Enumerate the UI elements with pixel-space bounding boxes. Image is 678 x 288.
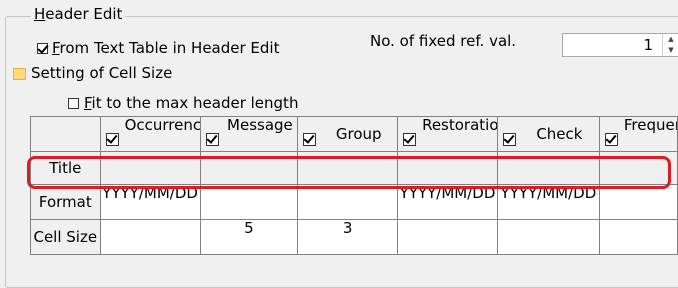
header-edit-legend: Header Edit [31, 4, 126, 24]
fixed-ref-spinbox[interactable]: 1 ▲ ▼ [562, 33, 678, 57]
grid-cell[interactable] [598, 184, 678, 220]
legend-mnemonic: H [34, 5, 46, 23]
column-header-label: Frequency [623, 116, 677, 134]
header-edit-grid: Occurrence Message Group Restoration Che… [30, 116, 678, 255]
corner-cell [30, 116, 101, 152]
fit-max-mnemonic: F [84, 94, 92, 112]
fit-max-text: it to the max header length [91, 94, 299, 112]
table-row: Format YYYY/MM/DD YYYY/MM/DD YYYY/MM/DD [30, 184, 678, 220]
grid-cell[interactable] [496, 219, 600, 255]
grid-cell[interactable] [199, 151, 299, 185]
folder-icon [13, 68, 26, 80]
grid-cell[interactable] [397, 219, 498, 255]
grid-cell[interactable] [99, 151, 201, 185]
column-checkbox[interactable] [105, 133, 119, 146]
grid-cell[interactable] [598, 219, 678, 255]
column-header-label: Check [536, 125, 583, 143]
row-header-format[interactable]: Format [30, 184, 101, 220]
table-row: Title [30, 151, 678, 185]
spin-down-icon[interactable]: ▼ [663, 45, 678, 56]
fit-max-header-checkbox[interactable] [68, 98, 79, 109]
grid-cell[interactable]: YYYY/MM/DD [99, 184, 201, 220]
legend-text: eader Edit [45, 5, 123, 23]
from-text-table-mnemonic: F [52, 39, 60, 57]
column-checkbox[interactable] [604, 133, 618, 146]
column-header-label: Occurrence [124, 116, 199, 134]
grid-cell[interactable]: YYYY/MM/DD [397, 184, 498, 220]
grid-cell[interactable] [297, 151, 399, 185]
grid-cell[interactable] [598, 151, 678, 185]
spin-up-icon[interactable]: ▲ [663, 34, 678, 45]
column-header-label: Message [227, 116, 293, 134]
row-header-title[interactable]: Title [30, 151, 101, 185]
fixed-ref-label: No. of fixed ref. val. [370, 32, 517, 50]
spin-buttons: ▲ ▼ [662, 34, 678, 56]
fit-max-header-label[interactable]: Fit to the max header length [84, 93, 298, 113]
column-header-label: Group [335, 125, 382, 143]
column-header[interactable]: Message [199, 116, 299, 152]
from-text-table-label[interactable]: From Text Table in Header Edit [52, 38, 279, 58]
column-checkbox[interactable] [502, 133, 516, 146]
column-header-label: Restoration [422, 116, 496, 134]
column-header[interactable]: Check [496, 116, 600, 152]
column-checkbox[interactable] [205, 133, 219, 146]
column-header[interactable]: Occurrence [99, 116, 201, 152]
from-text-table-text: rom Text Table in Header Edit [59, 39, 280, 57]
fixed-ref-value[interactable]: 1 [643, 35, 653, 55]
column-checkbox[interactable] [403, 133, 417, 146]
grid-cell[interactable] [199, 184, 299, 220]
grid-cell[interactable]: YYYY/MM/DD [496, 184, 600, 220]
table-row: Cell Size 5 3 [30, 219, 678, 255]
column-header[interactable]: Group [297, 116, 399, 152]
grid-cell[interactable]: 5 [199, 219, 299, 255]
from-text-table-checkbox[interactable] [37, 43, 48, 54]
grid-cell[interactable] [99, 219, 201, 255]
grid-cell[interactable] [397, 151, 498, 185]
grid-cell[interactable]: 3 [297, 219, 399, 255]
column-checkbox[interactable] [303, 133, 317, 146]
cell-size-setting-label: Setting of Cell Size [31, 64, 173, 82]
column-header[interactable]: Frequency [598, 116, 678, 152]
grid-cell[interactable] [297, 184, 399, 220]
column-header[interactable]: Restoration [397, 116, 498, 152]
grid-cell[interactable] [496, 151, 600, 185]
column-header-row: Occurrence Message Group Restoration Che… [30, 116, 678, 152]
row-header-cell-size[interactable]: Cell Size [30, 219, 101, 255]
